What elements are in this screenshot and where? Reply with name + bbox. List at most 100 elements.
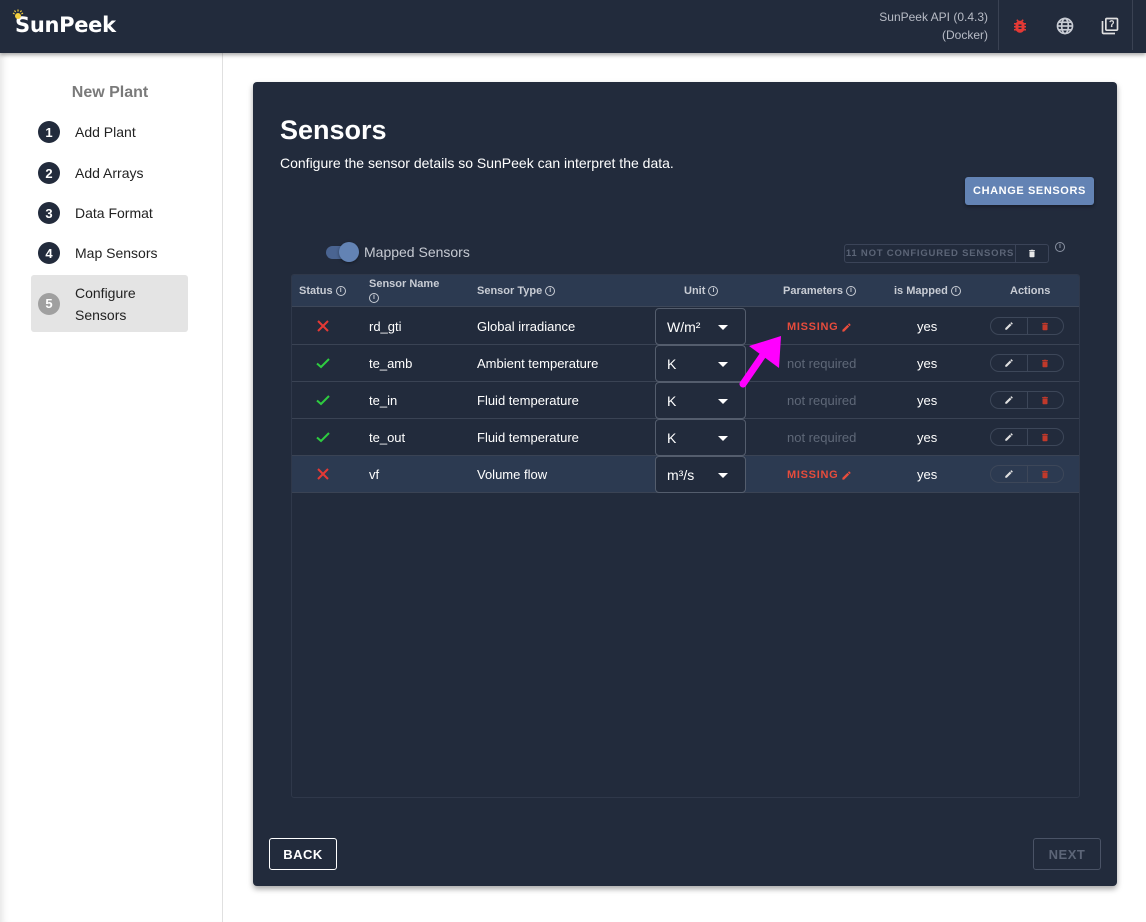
parameters-missing-button[interactable]: MISSING xyxy=(787,469,852,481)
sensor-type: Ambient temperature xyxy=(477,355,599,371)
is-mapped-value: yes xyxy=(917,430,938,445)
info-icon[interactable]: i xyxy=(846,286,856,297)
trash-icon xyxy=(1029,249,1035,258)
edit-button[interactable] xyxy=(991,355,1028,371)
unit-select[interactable]: W/m² xyxy=(655,308,746,345)
sensor-name: vf xyxy=(369,466,380,482)
info-icon[interactable]: i xyxy=(708,286,719,297)
is-mapped-value: yes xyxy=(917,467,938,482)
header-label: is Mapped xyxy=(894,285,948,297)
step-label: Map Sensors xyxy=(75,245,158,261)
step-number: 2 xyxy=(38,162,60,184)
delete-button[interactable] xyxy=(1028,392,1064,408)
step-number: 5 xyxy=(38,292,60,315)
check-icon xyxy=(316,395,330,406)
pencil-icon xyxy=(1005,433,1013,441)
parameters-status: MISSING xyxy=(787,469,839,481)
parameters-missing-button[interactable]: MISSING xyxy=(787,321,852,333)
mapped-sensors-label: Mapped Sensors xyxy=(364,244,470,260)
change-sensors-button[interactable]: CHANGE SENSORS xyxy=(965,177,1094,205)
sensor-name: rd_gti xyxy=(369,318,402,334)
error-x-icon xyxy=(317,468,329,480)
bug-icon xyxy=(1014,19,1026,33)
unit-select[interactable]: K xyxy=(655,382,746,419)
header-actions: Actions xyxy=(1010,285,1051,297)
edit-button[interactable] xyxy=(991,466,1028,482)
back-button[interactable]: BACK xyxy=(269,838,337,870)
step-configure-sensors[interactable]: 5 Configure Sensors xyxy=(31,275,188,332)
row-actions xyxy=(990,317,1064,335)
unit-value: W/m² xyxy=(667,319,701,335)
unit-value: K xyxy=(667,356,677,372)
pencil-icon xyxy=(1005,359,1013,367)
pencil-icon xyxy=(842,322,851,332)
mapped-sensors-toggle[interactable] xyxy=(324,242,360,262)
header-label: Parameters xyxy=(783,285,843,297)
sensors-card: Sensors Configure the sensor details so … xyxy=(253,82,1117,886)
is-mapped-value: yes xyxy=(917,393,938,408)
row-actions xyxy=(990,354,1064,372)
unit-select[interactable]: m³/s xyxy=(655,456,746,493)
step-label: Configure Sensors xyxy=(75,284,136,323)
unit-value: K xyxy=(667,430,677,446)
unit-select[interactable]: K xyxy=(655,419,746,456)
language-button[interactable] xyxy=(1053,14,1077,38)
help-docs-button[interactable] xyxy=(1098,14,1122,38)
row-actions xyxy=(990,428,1064,446)
error-x-icon xyxy=(317,320,329,332)
api-version-info: SunPeek API (0.4.3) (Docker) xyxy=(879,8,988,44)
step-number: 1 xyxy=(38,121,60,143)
delete-button[interactable] xyxy=(1028,318,1064,334)
bug-report-button[interactable] xyxy=(1008,14,1032,38)
table-header: Status i Sensor Name i Sensor Type i Unit… xyxy=(292,275,1079,307)
step-add-plant[interactable]: 1 Add Plant xyxy=(31,121,188,143)
unit-select[interactable]: K xyxy=(655,345,746,382)
header-sensor-name: Sensor Name i xyxy=(369,277,439,305)
edit-button[interactable] xyxy=(991,392,1028,408)
not-configured-sensors-button[interactable]: 11 NOT CONFIGURED SENSORS xyxy=(845,245,1016,262)
delete-button[interactable] xyxy=(1028,466,1064,482)
info-icon[interactable]: i xyxy=(545,286,556,297)
edit-button[interactable] xyxy=(991,318,1028,334)
info-icon[interactable]: i xyxy=(335,286,346,297)
api-version: SunPeek API (0.4.3) xyxy=(879,10,988,24)
check-icon xyxy=(316,432,330,443)
step-label: Add Arrays xyxy=(75,165,144,181)
parameters-status: not required xyxy=(787,356,857,371)
info-icon[interactable]: i xyxy=(369,293,379,304)
caret-down-icon xyxy=(718,362,728,367)
pencil-icon xyxy=(1005,470,1013,478)
caret-down-icon xyxy=(718,436,728,441)
parameters-status: not required xyxy=(787,393,857,408)
api-deployment: (Docker) xyxy=(941,28,988,42)
pencil-icon xyxy=(1005,396,1013,404)
delete-button[interactable] xyxy=(1028,429,1064,445)
info-icon[interactable]: i xyxy=(1055,242,1065,252)
info-icon[interactable]: i xyxy=(950,286,961,297)
step-add-arrays[interactable]: 2 Add Arrays xyxy=(31,162,188,184)
header-status: Status i xyxy=(299,285,346,297)
delete-button[interactable] xyxy=(1028,355,1064,371)
edit-button[interactable] xyxy=(991,429,1028,445)
delete-not-configured-button[interactable] xyxy=(1016,245,1048,262)
table-row: te_in Fluid temperature K not required y… xyxy=(292,382,1079,419)
step-number: 3 xyxy=(38,202,60,224)
page-title: Sensors xyxy=(280,115,387,145)
page-subtitle: Configure the sensor details so SunPeek … xyxy=(280,155,674,171)
pencil-icon xyxy=(842,470,851,480)
sunpeek-logo[interactable]: SunPeek xyxy=(12,9,116,37)
stepper-sidebar: New Plant 1 Add Plant 2 Add Arrays 3 Dat… xyxy=(0,53,223,922)
unit-value: K xyxy=(667,393,677,409)
caret-down-icon xyxy=(718,473,728,478)
header-unit: Unit i xyxy=(684,285,719,297)
not-configured-sensors-group: 11 NOT CONFIGURED SENSORS xyxy=(844,244,1049,263)
step-map-sensors[interactable]: 4 Map Sensors xyxy=(31,242,188,264)
table-row: vf Volume flow m³/s MISSING yes xyxy=(292,456,1079,493)
header-sensor-type: Sensor Type i xyxy=(477,285,556,297)
header-label: Sensor Name xyxy=(369,278,440,290)
appbar-divider xyxy=(1132,0,1133,50)
row-actions xyxy=(990,391,1064,409)
sensor-name: te_out xyxy=(369,429,406,445)
step-data-format[interactable]: 3 Data Format xyxy=(31,202,188,224)
step-label: Add Plant xyxy=(75,124,136,140)
